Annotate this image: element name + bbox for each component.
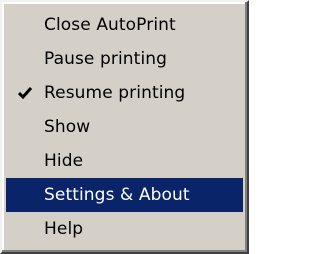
menu-item-resume-printing[interactable]: Resume printing	[6, 76, 243, 110]
checkmark-icon	[18, 87, 32, 99]
menu-item-label: Help	[44, 219, 84, 239]
check-cell	[6, 42, 44, 76]
menu-item-label: Show	[44, 117, 91, 137]
menu-item-hide[interactable]: Hide	[6, 144, 243, 178]
menu-item-label: Resume printing	[44, 83, 186, 103]
check-cell	[6, 144, 44, 178]
menu-item-help[interactable]: Help	[6, 212, 243, 246]
check-cell	[6, 178, 44, 212]
menu-item-close-autoprint[interactable]: Close AutoPrint	[6, 8, 243, 42]
menu-item-label: Settings & About	[44, 185, 190, 205]
check-cell	[6, 76, 44, 110]
check-cell	[6, 110, 44, 144]
menu-item-show[interactable]: Show	[6, 110, 243, 144]
menu-item-label: Close AutoPrint	[44, 15, 176, 35]
menu-item-label: Pause printing	[44, 49, 168, 69]
menu-item-settings-about[interactable]: Settings & About	[6, 178, 243, 212]
check-cell	[6, 8, 44, 42]
menu-item-pause-printing[interactable]: Pause printing	[6, 42, 243, 76]
check-cell	[6, 212, 44, 246]
menu-item-label: Hide	[44, 151, 84, 171]
context-menu: Close AutoPrint Pause printing Resume pr…	[0, 0, 249, 254]
